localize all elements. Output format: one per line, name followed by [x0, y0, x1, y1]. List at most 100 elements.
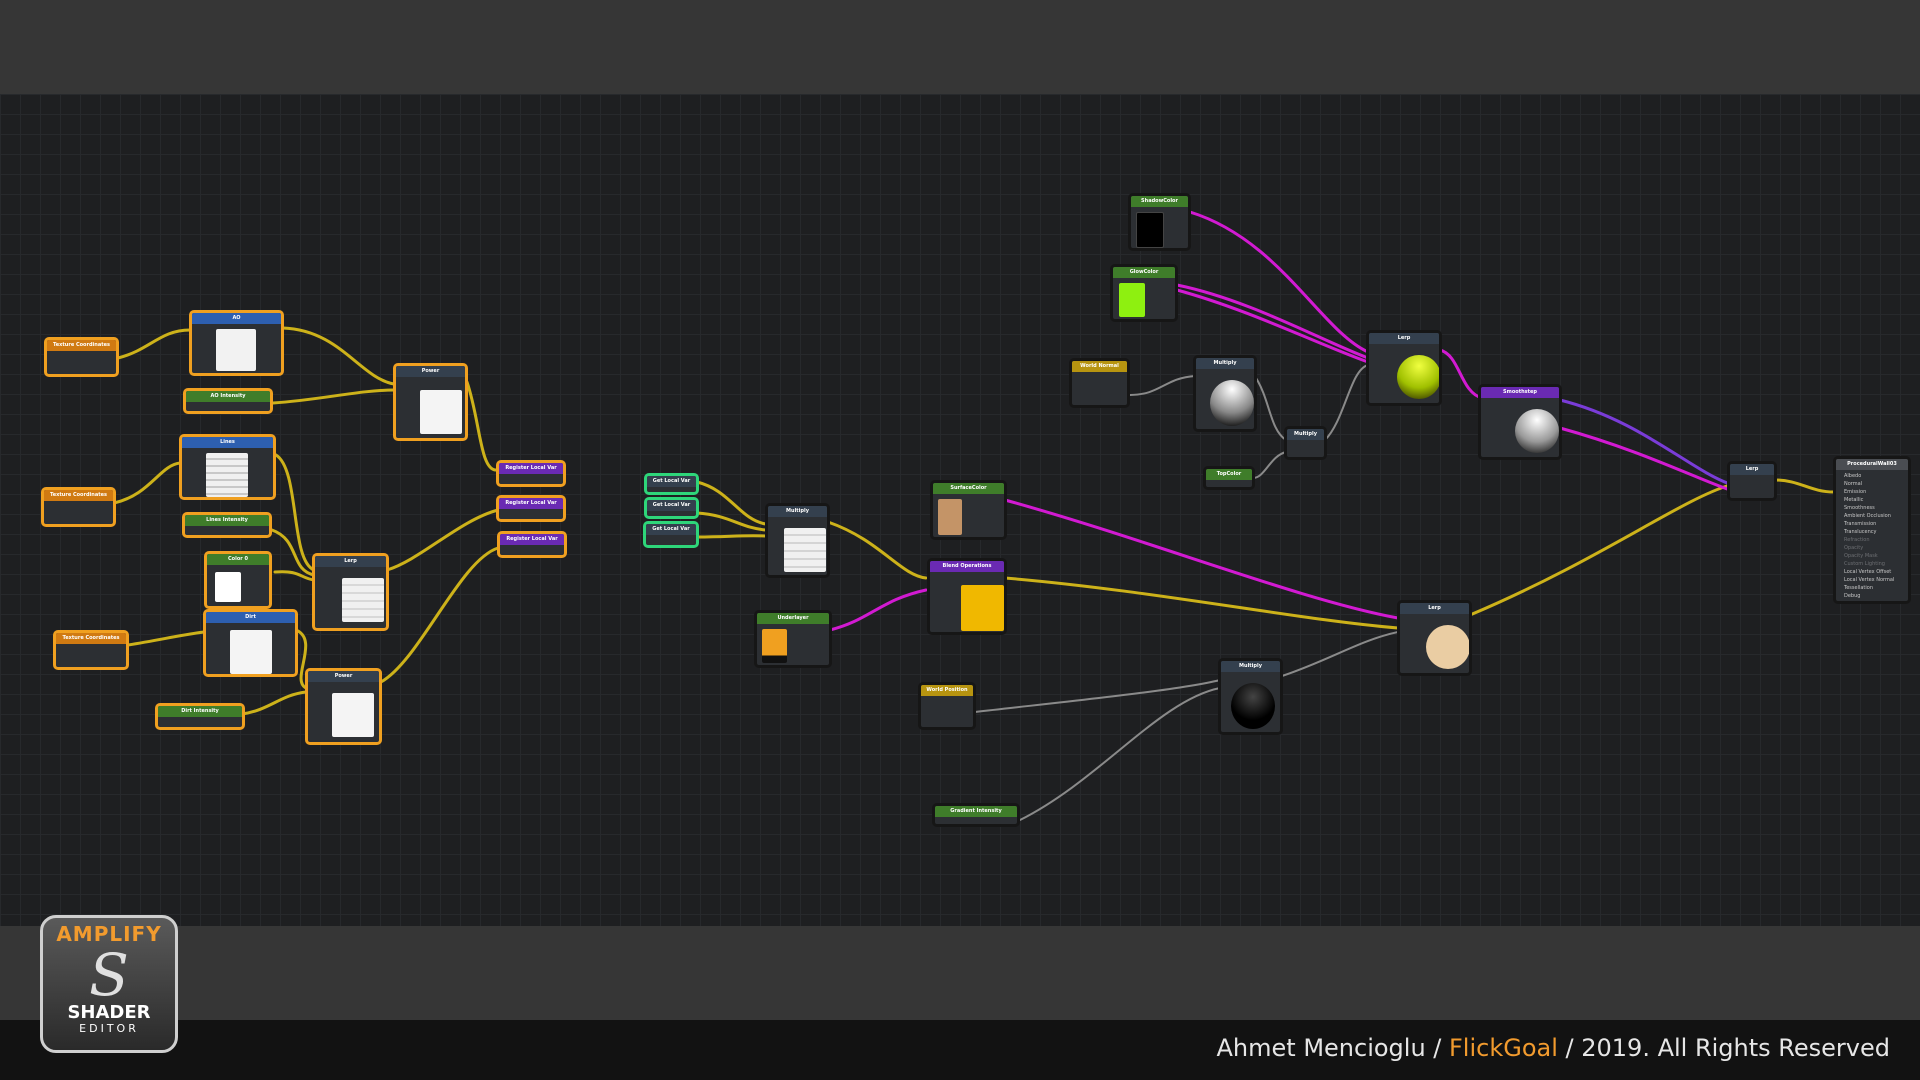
node-title: Get Local Var	[647, 476, 696, 487]
node-title: Gradient Intensity	[935, 806, 1017, 817]
lerp-node[interactable]: Lerp	[1366, 330, 1442, 406]
color-property-node[interactable]: Underlayer	[754, 610, 832, 668]
get-local-var-node[interactable]: Get Local Var	[643, 521, 699, 548]
node-title: AO Intensity	[186, 391, 270, 402]
node-title: Multiply	[1221, 661, 1280, 672]
node-title: Dirt Intensity	[158, 706, 242, 717]
multiply-node[interactable]: Multiply	[1193, 355, 1257, 432]
float-property-node[interactable]: TopColor	[1203, 466, 1255, 490]
node-preview	[938, 499, 962, 535]
get-local-var-node[interactable]: Get Local Var	[644, 497, 699, 519]
blend-operations-node[interactable]: Blend Operations	[927, 558, 1007, 635]
node-title: AO	[192, 313, 281, 324]
output-port[interactable]: Emission	[1844, 488, 1908, 496]
texture-coordinates-node[interactable]: Texture Coordinates	[53, 630, 129, 670]
power-node[interactable]: Power	[393, 363, 468, 441]
wire	[379, 546, 500, 684]
node-title: Blend Operations	[930, 561, 1004, 572]
output-port[interactable]: Translucency	[1844, 528, 1908, 536]
wire	[1438, 348, 1484, 400]
register-local-var-node[interactable]: Register Local Var	[496, 495, 566, 522]
output-port[interactable]: Custom Lighting	[1844, 560, 1908, 568]
output-port-list: Albedo Normal Emission Metallic Smoothness Am…	[1836, 470, 1908, 600]
node-title: Smoothstep	[1481, 387, 1559, 398]
register-local-var-node[interactable]: Register Local Var	[496, 460, 566, 487]
output-port[interactable]: Albedo	[1844, 472, 1908, 480]
output-port[interactable]: Smoothness	[1844, 504, 1908, 512]
texture-sample-node[interactable]: Dirt	[203, 609, 298, 677]
float-property-node[interactable]: Gradient Intensity	[932, 803, 1020, 827]
wire	[1558, 426, 1732, 492]
output-port[interactable]: Metallic	[1844, 496, 1908, 504]
node-preview	[961, 585, 1004, 631]
texture-sample-node[interactable]: Lines	[179, 434, 276, 500]
output-port[interactable]: Normal	[1844, 480, 1908, 488]
output-port[interactable]: Opacity Mask	[1844, 552, 1908, 560]
color-property-node[interactable]: SurfaceColor	[930, 480, 1007, 540]
wire	[1003, 498, 1400, 620]
node-title: Power	[308, 671, 379, 682]
smoothstep-node[interactable]: Smoothstep	[1478, 384, 1562, 460]
output-port[interactable]: Opacity	[1844, 544, 1908, 552]
multiply-node[interactable]: Multiply	[1218, 658, 1283, 735]
get-local-var-node[interactable]: Get Local Var	[644, 473, 699, 495]
world-position-node[interactable]: World Position	[918, 682, 976, 730]
float-property-node[interactable]: Lines Intensity	[182, 512, 272, 538]
node-title: World Position	[921, 685, 973, 696]
wire	[1019, 687, 1221, 821]
node-preview	[332, 693, 374, 737]
color-property-node[interactable]: Color 0	[204, 551, 272, 609]
wire	[695, 534, 768, 539]
output-port[interactable]: Local Vertex Offset	[1844, 568, 1908, 576]
output-port[interactable]: Refraction	[1844, 536, 1908, 544]
node-title: Texture Coordinates	[47, 340, 116, 351]
lerp-node[interactable]: Lerp	[1727, 461, 1777, 501]
logo-middle-text: SHADER	[67, 1002, 151, 1023]
output-port[interactable]: Debug	[1844, 592, 1908, 600]
node-title: Multiply	[1287, 429, 1324, 440]
wire	[465, 380, 498, 472]
output-port[interactable]: Ambient Occlusion	[1844, 512, 1908, 520]
float-property-node[interactable]: AO Intensity	[183, 388, 273, 414]
output-port[interactable]: Transmission	[1844, 520, 1908, 528]
texture-coordinates-node[interactable]: Texture Coordinates	[41, 487, 116, 527]
node-title: Lerp	[1369, 333, 1439, 344]
node-title: Lerp	[1730, 464, 1774, 475]
world-normal-node[interactable]: World Normal	[1069, 358, 1130, 408]
wire	[1281, 631, 1399, 677]
register-local-var-node[interactable]: Register Local Var	[497, 531, 567, 558]
wire	[1175, 288, 1370, 364]
author-name: Ahmet Mencioglu /	[1216, 1034, 1449, 1062]
multiply-node[interactable]: Multiply	[1284, 426, 1327, 460]
wire	[1175, 283, 1370, 360]
wire	[826, 520, 928, 580]
output-port[interactable]: Local Vertex Normal	[1844, 576, 1908, 584]
power-node[interactable]: Power	[305, 668, 382, 745]
wire	[1324, 364, 1369, 441]
texture-sample-node[interactable]: AO	[189, 310, 284, 376]
texture-coordinates-node[interactable]: Texture Coordinates	[44, 337, 119, 377]
float-property-node[interactable]: Dirt Intensity	[155, 703, 245, 730]
node-preview	[230, 630, 272, 674]
output-port[interactable]: Tessellation	[1844, 584, 1908, 592]
lerp-node[interactable]: Lerp	[1397, 600, 1472, 676]
wire	[385, 508, 500, 572]
node-title: Lines	[182, 437, 273, 448]
multiply-node[interactable]: Multiply	[765, 503, 830, 578]
node-title: Lerp	[1400, 603, 1469, 614]
wire	[1255, 377, 1287, 441]
wire	[1773, 478, 1836, 494]
node-title: Color 0	[207, 554, 269, 565]
lerp-node[interactable]: Lerp	[312, 553, 389, 631]
output-master-node[interactable]: ProceduralWall03 Albedo Normal Emission Met…	[1833, 456, 1911, 604]
node-title: Dirt	[206, 612, 295, 623]
studio-name: FlickGoal	[1449, 1034, 1558, 1062]
color-property-node[interactable]: ShadowColor	[1128, 193, 1191, 251]
node-preview	[1119, 283, 1145, 317]
color-property-node[interactable]: GlowColor	[1110, 264, 1178, 322]
wire	[281, 326, 396, 386]
node-preview	[420, 390, 462, 434]
wire	[126, 630, 206, 647]
node-preview	[784, 528, 826, 572]
node-preview	[1397, 355, 1439, 399]
